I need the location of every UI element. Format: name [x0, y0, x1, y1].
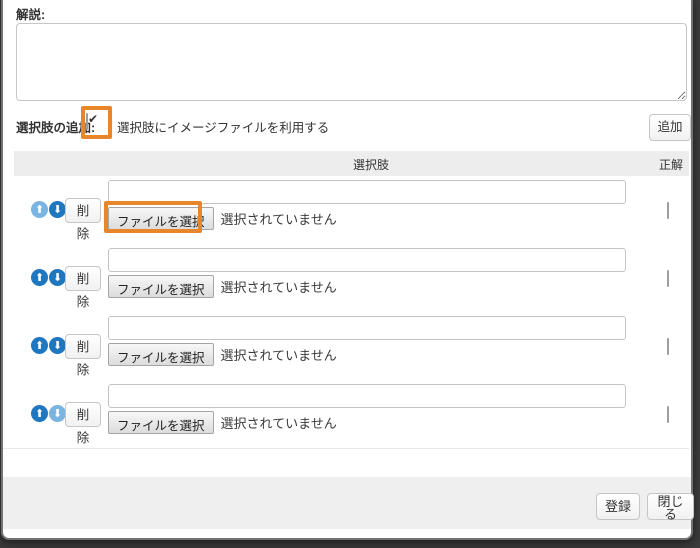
explanation-textarea[interactable] [16, 23, 687, 101]
move-up-icon[interactable] [31, 201, 48, 218]
choice-text-input[interactable] [108, 316, 626, 340]
choice-text-input[interactable] [108, 180, 626, 204]
choices-table-header: 選択肢 正解 [14, 151, 689, 177]
file-picker-row: ファイルを選択 選択されていません [108, 343, 337, 366]
move-down-icon[interactable] [49, 337, 66, 354]
file-status-text: 選択されていません [221, 345, 337, 364]
modal-footer: 登録 閉じる [3, 477, 691, 529]
use-image-label: 選択肢にイメージファイルを利用する [117, 117, 329, 136]
choice-text-input[interactable] [108, 248, 626, 272]
move-up-icon[interactable] [31, 337, 48, 354]
correct-checkbox[interactable] [667, 202, 669, 219]
use-image-checkbox[interactable] [86, 113, 88, 130]
move-up-icon[interactable] [31, 269, 48, 286]
choice-row: 削除 ファイルを選択 選択されていません [3, 312, 689, 381]
file-picker-row: ファイルを選択 選択されていません [108, 207, 337, 230]
choice-row: 削除 ファイルを選択 選択されていません [3, 176, 689, 245]
add-choice-button[interactable]: 追加 [649, 114, 691, 141]
file-picker-row: ファイルを選択 選択されていません [108, 411, 337, 434]
choice-row: 削除 ファイルを選択 選択されていません [3, 244, 689, 313]
move-down-icon[interactable] [49, 405, 66, 422]
choices-add-label: 選択肢の追加: [16, 117, 95, 136]
correct-checkbox[interactable] [667, 406, 669, 423]
column-header-correct: 正解 [659, 156, 683, 173]
file-status-text: 選択されていません [221, 209, 337, 228]
file-status-text: 選択されていません [221, 413, 337, 432]
choice-row: 削除 ファイルを選択 選択されていません [3, 380, 689, 449]
column-header-choices: 選択肢 [353, 156, 389, 173]
move-down-icon[interactable] [49, 201, 66, 218]
choose-file-button[interactable]: ファイルを選択 [108, 411, 214, 434]
choose-file-button[interactable]: ファイルを選択 [108, 207, 214, 230]
choose-file-button[interactable]: ファイルを選択 [108, 343, 214, 366]
choice-text-input[interactable] [108, 384, 626, 408]
delete-button[interactable]: 削除 [65, 266, 101, 291]
move-up-icon[interactable] [31, 405, 48, 422]
delete-button[interactable]: 削除 [65, 402, 101, 427]
file-picker-row: ファイルを選択 選択されていません [108, 275, 337, 298]
move-down-icon[interactable] [49, 269, 66, 286]
correct-checkbox[interactable] [667, 270, 669, 287]
explanation-label: 解説: [16, 4, 45, 23]
close-button[interactable]: 閉じる [647, 493, 694, 520]
file-status-text: 選択されていません [221, 277, 337, 296]
delete-button[interactable]: 削除 [65, 198, 101, 223]
choose-file-button[interactable]: ファイルを選択 [108, 275, 214, 298]
delete-button[interactable]: 削除 [65, 334, 101, 359]
correct-checkbox[interactable] [667, 338, 669, 355]
register-button[interactable]: 登録 [596, 493, 640, 520]
